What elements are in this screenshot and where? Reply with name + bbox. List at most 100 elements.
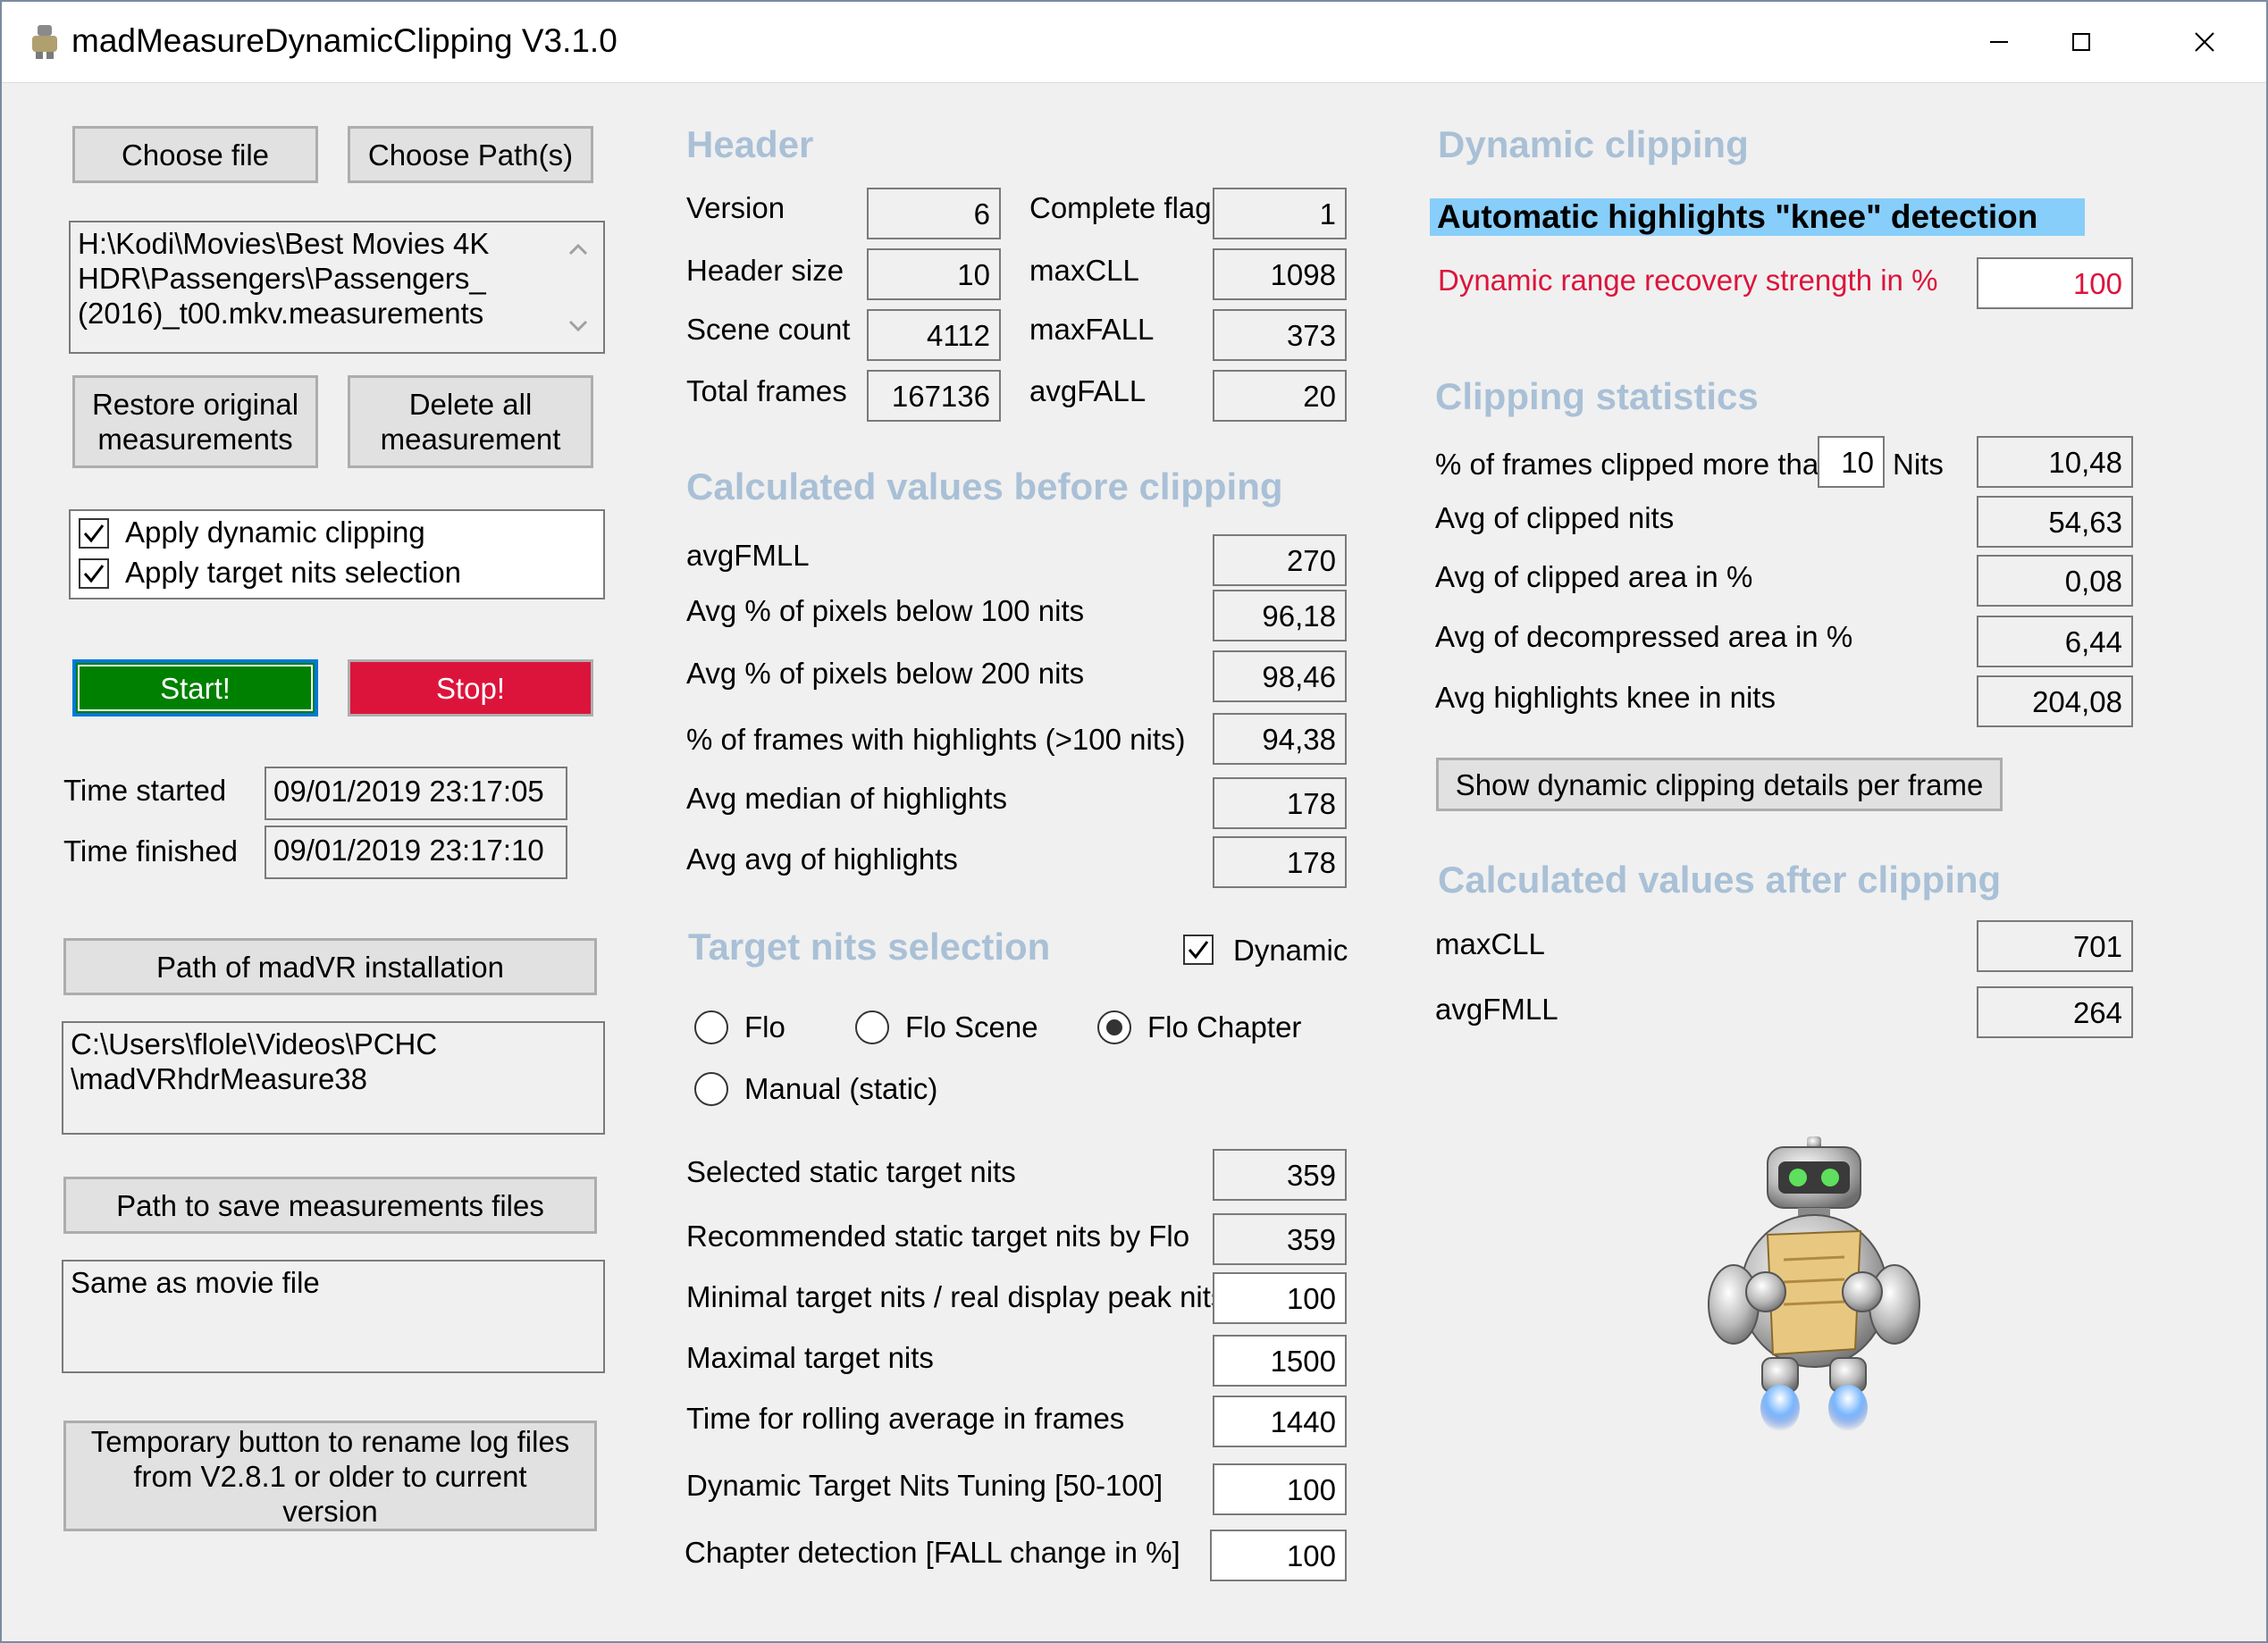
stop-button[interactable]: Stop! [348, 659, 593, 717]
scroll-up-icon[interactable] [565, 236, 592, 263]
target-row-label: Dynamic Target Nits Tuning [50-100] [686, 1469, 1163, 1502]
target-row-label: Time for rolling average in frames [686, 1402, 1125, 1435]
radio-flo-scene-label: Flo Scene [905, 1010, 1038, 1044]
close-icon [2195, 31, 2214, 52]
dynamic-clipping-section-title: Dynamic clipping [1438, 123, 1749, 165]
avg-clipped-nits-field: 54,63 [1977, 496, 2133, 548]
time-finished-label: Time finished [63, 834, 239, 868]
file-path-text: H:\Kodi\Movies\Best Movies 4K HDR\Passen… [78, 227, 490, 330]
before-row-label: Avg % of pixels below 200 nits [686, 657, 1085, 690]
recommended-target-field: 359 [1213, 1213, 1347, 1265]
apply-dynamic-clipping-checkbox[interactable] [79, 518, 109, 549]
before-row-label: Avg % of pixels below 100 nits [686, 594, 1085, 627]
time-finished-field: 09/01/2019 23:17:10 [265, 826, 567, 879]
save-path-button[interactable]: Path to save measurements files [63, 1177, 597, 1234]
after-maxcll-label: maxCLL [1435, 927, 1545, 960]
target-row-label: Selected static target nits [686, 1155, 1016, 1188]
clipping-statistics-section-title: Clipping statistics [1435, 375, 1759, 417]
madvr-path-textbox[interactable]: C:\Users\flole\Videos\PCHC \madVRhdrMeas… [62, 1021, 605, 1135]
dynamic-checkbox[interactable] [1183, 935, 1214, 965]
before-row-value: 178 [1213, 777, 1347, 829]
before-clipping-section-title: Calculated values before clipping [686, 465, 1283, 507]
dynamic-label: Dynamic [1233, 934, 1348, 967]
radio-flo-label: Flo [744, 1010, 785, 1044]
total-frames-label: Total frames [686, 374, 847, 407]
dynamic-tuning-input[interactable]: 100 [1213, 1463, 1347, 1515]
frames-clipped-label: % of frames clipped more than [1435, 448, 1835, 481]
target-row-label: Maximal target nits [686, 1341, 934, 1374]
header-size-label: Header size [686, 254, 844, 287]
file-path-textbox[interactable]: H:\Kodi\Movies\Best Movies 4K HDR\Passen… [69, 221, 605, 354]
target-row-label: Chapter detection [FALL change in %] [685, 1536, 1180, 1569]
radio-flo[interactable] [694, 1010, 728, 1044]
maximal-target-input[interactable]: 1500 [1213, 1335, 1347, 1387]
header-section-title: Header [686, 123, 814, 165]
rolling-average-input[interactable]: 1440 [1213, 1396, 1347, 1447]
choose-paths-button[interactable]: Choose Path(s) [348, 126, 593, 183]
clip-threshold-input[interactable]: 10 [1818, 436, 1885, 488]
apply-target-nits-checkbox[interactable] [79, 558, 109, 589]
maxfall-field: 373 [1213, 309, 1347, 361]
before-row-value: 96,18 [1213, 590, 1347, 641]
before-row-value: 98,46 [1213, 650, 1347, 702]
avg-knee-field: 204,08 [1977, 675, 2133, 727]
radio-manual-static-label: Manual (static) [744, 1072, 938, 1105]
target-nits-section-title: Target nits selection [688, 926, 1051, 968]
restore-measurements-button[interactable]: Restore original measurements [72, 375, 318, 468]
rename-logs-button[interactable]: Temporary button to rename log files fro… [63, 1421, 597, 1531]
robot-mascot-illustration [1698, 1135, 1930, 1438]
maximize-button[interactable] [2020, 0, 2143, 83]
frames-clipped-field: 10,48 [1977, 436, 2133, 488]
start-button[interactable]: Start! [72, 659, 318, 717]
before-row-value: 94,38 [1213, 713, 1347, 765]
time-started-label: Time started [63, 774, 227, 807]
nits-unit-label: Nits [1893, 448, 1944, 481]
before-row-label: Avg avg of highlights [686, 842, 958, 876]
avgfall-label: avgFALL [1029, 374, 1147, 407]
target-row-label: Minimal target nits / real display peak … [686, 1280, 1226, 1313]
save-path-textbox[interactable]: Same as movie file [62, 1260, 605, 1373]
app-icon [25, 21, 64, 61]
minimize-icon [1990, 40, 2008, 43]
scroll-down-icon[interactable] [565, 313, 592, 339]
radio-flo-chapter-label: Flo Chapter [1147, 1010, 1302, 1044]
radio-flo-chapter[interactable] [1097, 1010, 1131, 1044]
show-details-button[interactable]: Show dynamic clipping details per frame [1436, 758, 2003, 811]
after-clipping-section-title: Calculated values after clipping [1438, 859, 2002, 901]
target-row-label: Recommended static target nits by Flo [686, 1220, 1190, 1253]
scene-count-label: Scene count [686, 313, 851, 346]
version-field: 6 [867, 188, 1001, 239]
selected-static-target-field: 359 [1213, 1149, 1347, 1201]
complete-flag-label: Complete flag [1029, 191, 1212, 224]
radio-flo-scene[interactable] [855, 1010, 889, 1044]
before-row-label: % of frames with highlights (>100 nits) [686, 723, 1186, 756]
knee-detection-heading: Automatic highlights "knee" detection [1430, 198, 2085, 236]
after-avgfmll-field: 264 [1977, 986, 2133, 1038]
delete-measurements-button[interactable]: Delete all measurement [348, 375, 593, 468]
apply-target-nits-label: Apply target nits selection [125, 556, 462, 589]
complete-flag-field: 1 [1213, 188, 1347, 239]
header-size-field: 10 [867, 248, 1001, 300]
after-maxcll-field: 701 [1977, 920, 2133, 972]
avg-clipped-nits-label: Avg of clipped nits [1435, 501, 1675, 534]
choose-file-button[interactable]: Choose file [72, 126, 318, 183]
version-label: Version [686, 191, 785, 224]
apply-dynamic-clipping-label: Apply dynamic clipping [125, 516, 425, 549]
radio-selected-dot [1106, 1019, 1122, 1035]
minimal-target-input[interactable]: 100 [1213, 1272, 1347, 1324]
before-row-label: Avg median of highlights [686, 782, 1007, 815]
avg-decompressed-field: 6,44 [1977, 616, 2133, 667]
before-row-label: avgFMLL [686, 539, 810, 572]
chapter-detection-input[interactable]: 100 [1210, 1530, 1347, 1581]
check-icon [83, 524, 105, 543]
maxcll-field: 1098 [1213, 248, 1347, 300]
avg-knee-label: Avg highlights knee in nits [1435, 681, 1776, 714]
madvr-path-button[interactable]: Path of madVR installation [63, 938, 597, 995]
close-button[interactable] [2143, 0, 2266, 83]
radio-manual-static[interactable] [694, 1072, 728, 1106]
recovery-strength-input[interactable]: 100 [1977, 257, 2133, 309]
avg-clipped-area-field: 0,08 [1977, 555, 2133, 607]
avg-clipped-area-label: Avg of clipped area in % [1435, 560, 1753, 593]
window-title: madMeasureDynamicClipping V3.1.0 [71, 22, 617, 59]
maxfall-label: maxFALL [1029, 313, 1155, 346]
